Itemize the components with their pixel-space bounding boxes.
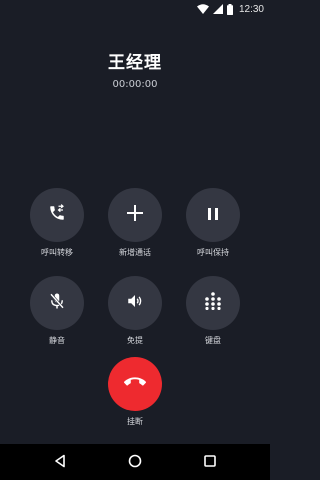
call-transfer-circle[interactable] <box>30 188 84 242</box>
hold-label: 呼叫保持 <box>197 248 229 257</box>
call-screen: 12:30 王经理 00:00:00 呼叫转移 新增通话 呼叫保持 静音 免提 … <box>0 0 270 480</box>
speaker-circle[interactable] <box>108 276 162 330</box>
mic-off-icon <box>48 292 66 314</box>
navigation-bar <box>0 444 270 480</box>
hold-circle[interactable] <box>186 188 240 242</box>
caller-name: 王经理 <box>108 53 162 73</box>
dialpad-icon <box>204 292 222 314</box>
plus-icon <box>126 204 144 226</box>
speaker-icon <box>126 292 144 314</box>
hang-up-label: 挂断 <box>127 417 143 426</box>
home-icon <box>128 453 142 472</box>
add-call-button[interactable]: 新增通话 <box>100 188 170 258</box>
call-transfer-icon <box>48 204 66 226</box>
recent-apps-button[interactable] <box>201 453 219 471</box>
keypad-circle[interactable] <box>186 276 240 330</box>
call-duration: 00:00:00 <box>112 79 158 90</box>
add-call-circle[interactable] <box>108 188 162 242</box>
hang-up-button[interactable]: 挂断 <box>100 357 170 427</box>
hold-button[interactable]: 呼叫保持 <box>178 188 248 258</box>
home-button[interactable] <box>126 453 144 471</box>
hang-up-circle[interactable] <box>108 357 162 411</box>
call-transfer-button[interactable]: 呼叫转移 <box>22 188 92 258</box>
status-time: 12:30 <box>238 3 264 15</box>
mute-button[interactable]: 静音 <box>22 276 92 346</box>
wifi-icon <box>196 4 209 14</box>
add-call-label: 新增通话 <box>119 248 151 257</box>
status-bar: 12:30 <box>0 0 270 18</box>
status-icons: 12:30 <box>196 2 264 16</box>
cell-signal-icon <box>212 4 223 14</box>
speaker-label: 免提 <box>127 336 143 345</box>
pause-icon <box>206 206 220 225</box>
battery-icon <box>226 3 233 15</box>
call-transfer-label: 呼叫转移 <box>41 248 73 257</box>
speaker-button[interactable]: 免提 <box>100 276 170 346</box>
back-button[interactable] <box>51 453 69 471</box>
keypad-button[interactable]: 键盘 <box>178 276 248 346</box>
back-icon <box>53 453 67 472</box>
recent-apps-icon <box>203 453 217 472</box>
mute-label: 静音 <box>49 336 65 345</box>
keypad-label: 键盘 <box>205 336 221 345</box>
hang-up-icon <box>124 371 146 397</box>
mute-circle[interactable] <box>30 276 84 330</box>
